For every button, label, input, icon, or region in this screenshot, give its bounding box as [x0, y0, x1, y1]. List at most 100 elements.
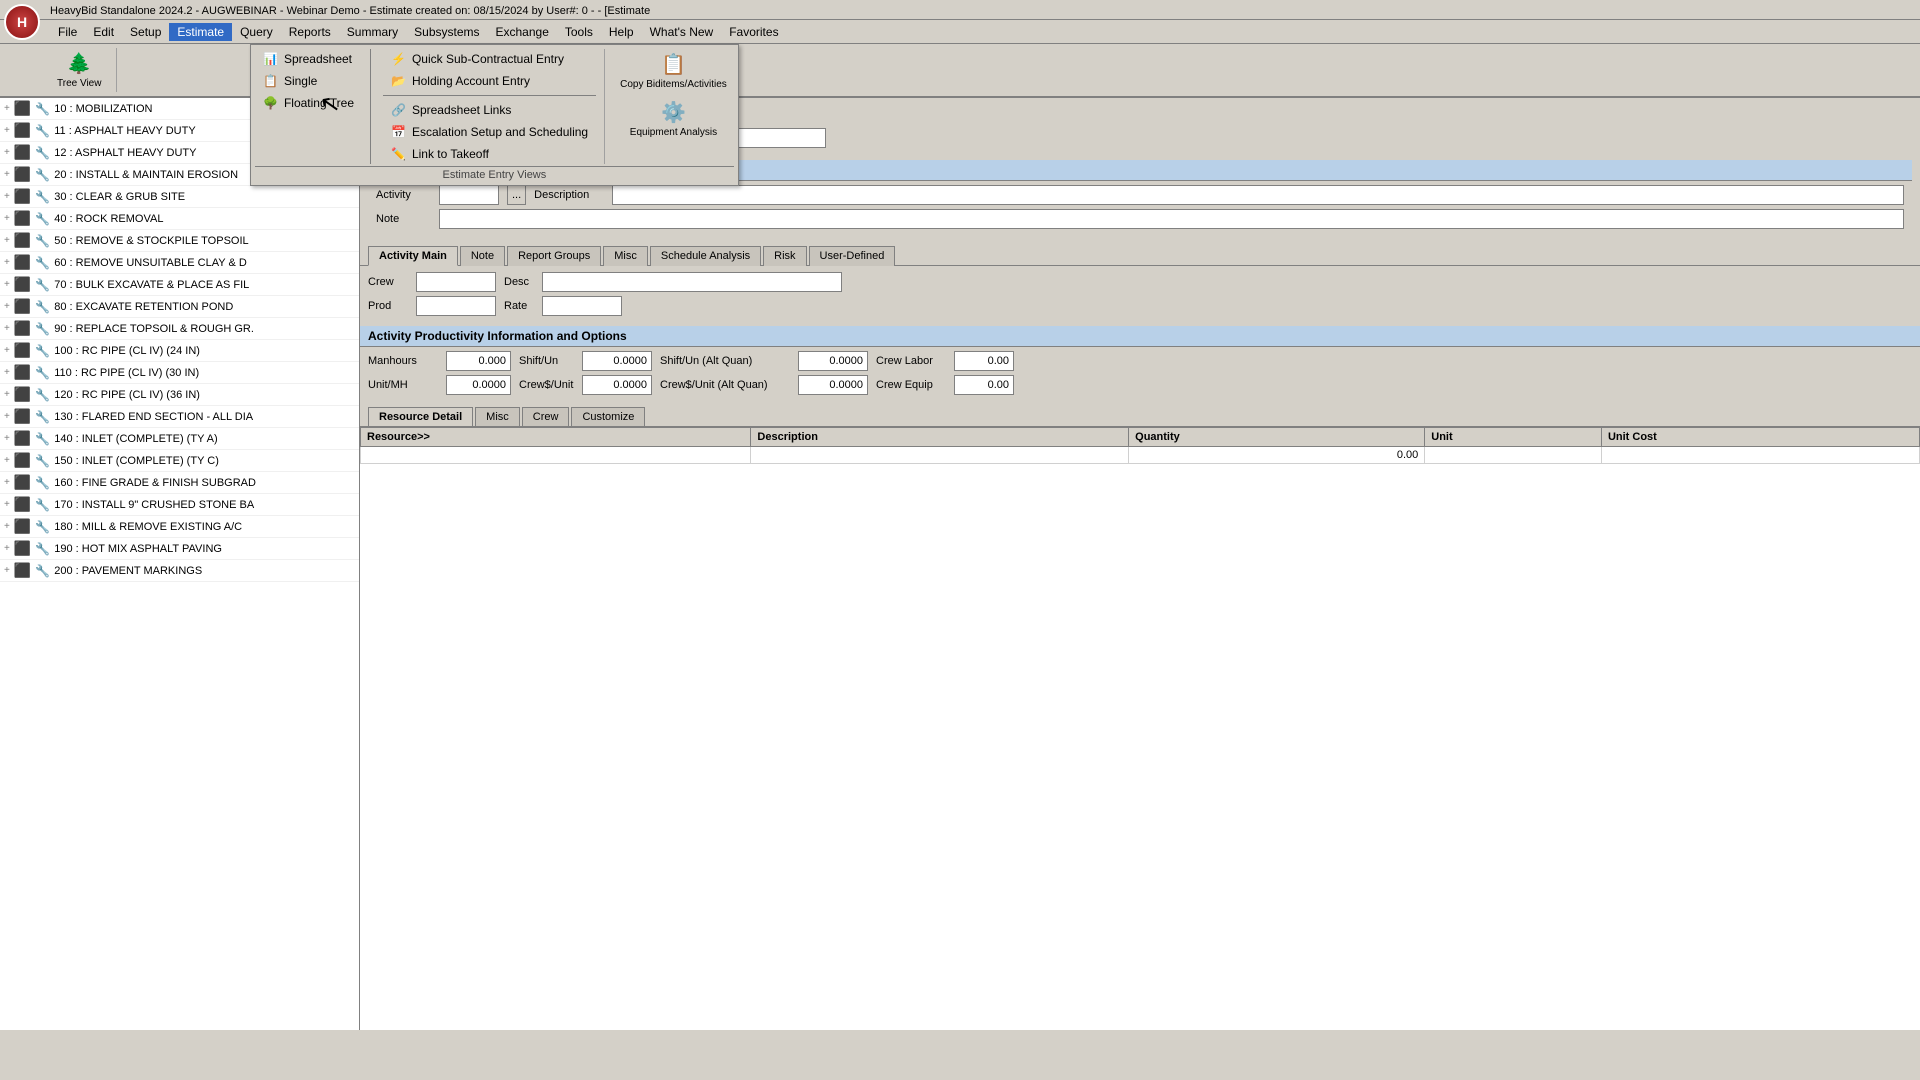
tree-item[interactable]: + ⬛ 🔧 100 : RC PIPE (CL IV) (24 IN)	[0, 340, 359, 362]
activity-input[interactable]	[439, 185, 499, 205]
tree-item[interactable]: + ⬛ 🔧 80 : EXCAVATE RETENTION POND	[0, 296, 359, 318]
tree-item[interactable]: + ⬛ 🔧 120 : RC PIPE (CL IV) (36 IN)	[0, 384, 359, 406]
tree-item[interactable]: + ⬛ 🔧 160 : FINE GRADE & FINISH SUBGRAD	[0, 472, 359, 494]
shift-un-alt-input[interactable]	[798, 351, 868, 371]
menu-help[interactable]: Help	[601, 23, 642, 41]
tree-item[interactable]: + ⬛ 🔧 50 : REMOVE & STOCKPILE TOPSOIL	[0, 230, 359, 252]
desc-input[interactable]	[542, 272, 842, 292]
dropdown-spreadsheet[interactable]: 📊 Spreadsheet	[255, 49, 362, 69]
resource-tabs: Resource Detail Misc Crew Customize	[360, 403, 1920, 426]
resource-table: Resource>> Description Quantity Unit Uni…	[360, 427, 1920, 464]
crews-unit-alt-input[interactable]	[798, 375, 868, 395]
tree-item[interactable]: + ⬛ 🔧 180 : MILL & REMOVE EXISTING A/C	[0, 516, 359, 538]
tree-expand-icon[interactable]: +	[4, 411, 10, 422]
tree-item[interactable]: + ⬛ 🔧 190 : HOT MIX ASPHALT PAVING	[0, 538, 359, 560]
tree-item[interactable]: + ⬛ 🔧 150 : INLET (COMPLETE) (TY C)	[0, 450, 359, 472]
menu-setup[interactable]: Setup	[122, 23, 169, 41]
tree-item[interactable]: + ⬛ 🔧 30 : CLEAR & GRUB SITE	[0, 186, 359, 208]
tree-item-icon1: ⬛	[14, 430, 31, 447]
tab-misc[interactable]: Misc	[603, 246, 648, 266]
menu-tools[interactable]: Tools	[557, 23, 601, 41]
tree-expand-icon[interactable]: +	[4, 323, 10, 334]
activity-note-input[interactable]	[439, 209, 1904, 229]
res-tab-crew[interactable]: Crew	[522, 407, 570, 426]
menu-whats-new[interactable]: What's New	[642, 23, 722, 41]
dropdown-spreadsheet-links[interactable]: 🔗 Spreadsheet Links	[383, 100, 596, 120]
res-tab-detail[interactable]: Resource Detail	[368, 407, 473, 426]
tree-item-icon2: 🔧	[35, 388, 50, 402]
crew-equip-label: Crew Equip	[876, 379, 946, 391]
shift-un-input[interactable]	[582, 351, 652, 371]
tab-user-defined[interactable]: User-Defined	[809, 246, 896, 266]
menu-favorites[interactable]: Favorites	[721, 23, 786, 41]
tree-expand-icon[interactable]: +	[4, 543, 10, 554]
tree-panel[interactable]: + ⬛ 🔧 10 : MOBILIZATION + ⬛ 🔧 11 : ASPHA…	[0, 98, 360, 1030]
tree-item[interactable]: + ⬛ 🔧 170 : INSTALL 9" CRUSHED STONE BA	[0, 494, 359, 516]
tree-expand-icon[interactable]: +	[4, 213, 10, 224]
description-input[interactable]	[612, 185, 1904, 205]
tree-item[interactable]: + ⬛ 🔧 110 : RC PIPE (CL IV) (30 IN)	[0, 362, 359, 384]
tab-activity-main[interactable]: Activity Main	[368, 246, 458, 266]
tree-expand-icon[interactable]: +	[4, 191, 10, 202]
rate-input[interactable]: 0.0000	[542, 296, 622, 316]
menu-exchange[interactable]: Exchange	[488, 23, 557, 41]
tree-expand-icon[interactable]: +	[4, 521, 10, 532]
tab-report-groups[interactable]: Report Groups	[507, 246, 601, 266]
tree-expand-icon[interactable]: +	[4, 389, 10, 400]
menu-file[interactable]: File	[50, 23, 85, 41]
equipment-analysis-button[interactable]: ⚙️ Equipment Analysis	[623, 97, 724, 141]
tree-item[interactable]: + ⬛ 🔧 140 : INLET (COMPLETE) (TY A)	[0, 428, 359, 450]
menu-reports[interactable]: Reports	[281, 23, 339, 41]
dropdown-holding-account[interactable]: 📂 Holding Account Entry	[383, 71, 596, 91]
tree-expand-icon[interactable]: +	[4, 125, 10, 136]
tree-item[interactable]: + ⬛ 🔧 70 : BULK EXCAVATE & PLACE AS FIL	[0, 274, 359, 296]
tree-item[interactable]: + ⬛ 🔧 60 : REMOVE UNSUITABLE CLAY & D	[0, 252, 359, 274]
tree-expand-icon[interactable]: +	[4, 477, 10, 488]
dropdown-link-takeoff[interactable]: ✏️ Link to Takeoff	[383, 144, 596, 164]
menu-summary[interactable]: Summary	[339, 23, 406, 41]
copy-biditems-button[interactable]: 📋 Copy Biditems/Activities	[613, 49, 734, 93]
tree-item[interactable]: + ⬛ 🔧 130 : FLARED END SECTION - ALL DIA	[0, 406, 359, 428]
tab-risk[interactable]: Risk	[763, 246, 806, 266]
dropdown-single[interactable]: 📋 Single	[255, 71, 362, 91]
dropdown-floating-tree[interactable]: 🌳 Floating Tree	[255, 93, 362, 113]
tree-item[interactable]: + ⬛ 🔧 90 : REPLACE TOPSOIL & ROUGH GR.	[0, 318, 359, 340]
manhours-input[interactable]	[446, 351, 511, 371]
tree-expand-icon[interactable]: +	[4, 345, 10, 356]
res-tab-misc[interactable]: Misc	[475, 407, 520, 426]
menu-query[interactable]: Query	[232, 23, 281, 41]
unit-mh-input[interactable]	[446, 375, 511, 395]
dropdown-quick-sub[interactable]: ⚡ Quick Sub-Contractual Entry	[383, 49, 596, 69]
tree-item-text: 150 : INLET (COMPLETE) (TY C)	[54, 455, 219, 467]
menu-edit[interactable]: Edit	[85, 23, 122, 41]
tree-item[interactable]: + ⬛ 🔧 200 : PAVEMENT MARKINGS	[0, 560, 359, 582]
activity-lookup-button[interactable]: ...	[507, 185, 526, 205]
prod-input[interactable]	[416, 296, 496, 316]
tree-expand-icon[interactable]: +	[4, 103, 10, 114]
menu-estimate[interactable]: Estimate	[169, 23, 232, 41]
tree-expand-icon[interactable]: +	[4, 367, 10, 378]
tree-expand-icon[interactable]: +	[4, 257, 10, 268]
tree-expand-icon[interactable]: +	[4, 147, 10, 158]
crews-unit-input[interactable]	[582, 375, 652, 395]
tree-item-icon2: 🔧	[35, 234, 50, 248]
tree-expand-icon[interactable]: +	[4, 433, 10, 444]
dropdown-escalation[interactable]: 📅 Escalation Setup and Scheduling	[383, 122, 596, 142]
tree-view-button[interactable]: 🌲 Tree View	[50, 48, 108, 92]
res-tab-customize[interactable]: Customize	[571, 407, 645, 426]
crew-input[interactable]	[416, 272, 496, 292]
crew-equip-input[interactable]	[954, 375, 1014, 395]
tree-expand-icon[interactable]: +	[4, 565, 10, 576]
tab-schedule-analysis[interactable]: Schedule Analysis	[650, 246, 761, 266]
menu-subsystems[interactable]: Subsystems	[406, 23, 487, 41]
tab-note[interactable]: Note	[460, 246, 505, 266]
resource-section: Resource Detail Misc Crew Customize Reso…	[360, 403, 1920, 1030]
tree-expand-icon[interactable]: +	[4, 499, 10, 510]
tree-expand-icon[interactable]: +	[4, 235, 10, 246]
tree-item[interactable]: + ⬛ 🔧 40 : ROCK REMOVAL	[0, 208, 359, 230]
tree-expand-icon[interactable]: +	[4, 279, 10, 290]
tree-expand-icon[interactable]: +	[4, 455, 10, 466]
tree-expand-icon[interactable]: +	[4, 169, 10, 180]
tree-expand-icon[interactable]: +	[4, 301, 10, 312]
crew-labor-input[interactable]	[954, 351, 1014, 371]
